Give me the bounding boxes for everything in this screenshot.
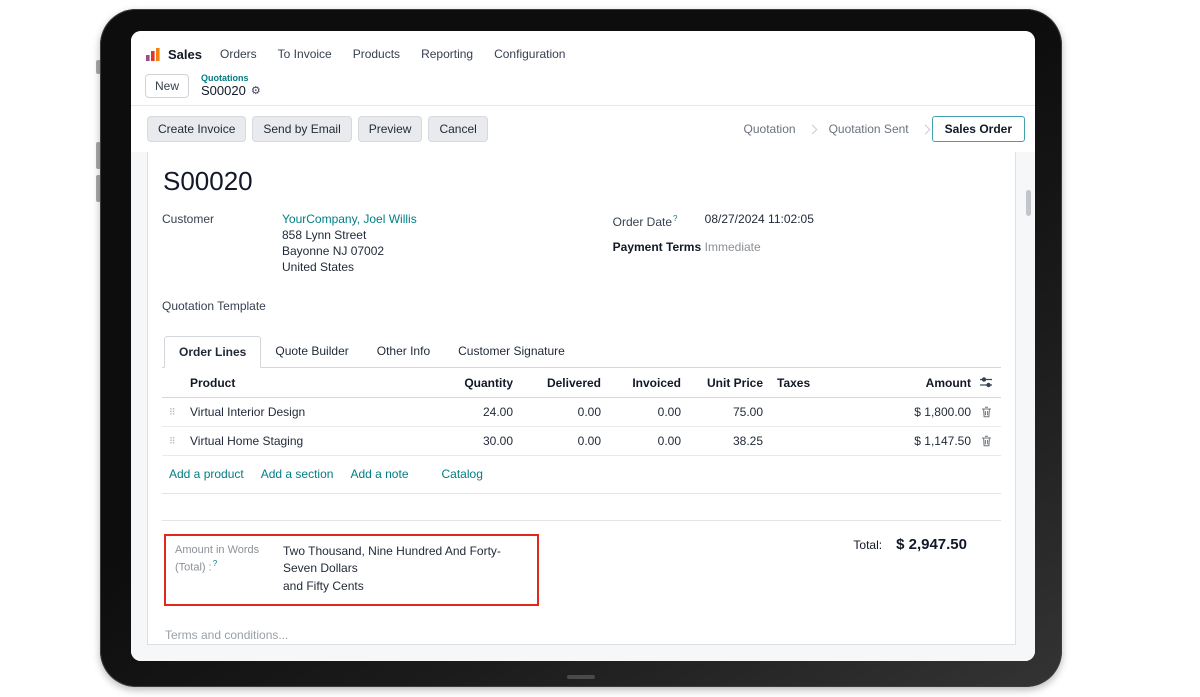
unit-price-cell[interactable]: 38.25 — [681, 434, 763, 448]
invoiced-cell[interactable]: 0.00 — [601, 405, 681, 419]
amount-in-words-value: Two Thousand, Nine Hundred And Forty-Sev… — [283, 543, 527, 595]
total-value: $ 2,947.50 — [896, 536, 967, 553]
customer-address-line: United States — [162, 259, 607, 275]
customer-address-line: 858 Lynn Street — [162, 227, 607, 243]
content-area: S00020 Customer YourCompany, Joel Willis… — [131, 152, 1035, 661]
customer-link[interactable]: YourCompany, Joel Willis — [282, 211, 417, 227]
tab-other-info[interactable]: Other Info — [363, 336, 444, 368]
action-row: Create Invoice Send by Email Preview Can… — [131, 106, 1035, 152]
line-add-links: Add a product Add a section Add a note C… — [162, 456, 1001, 494]
nav-item-to-invoice[interactable]: To Invoice — [278, 47, 332, 61]
tablet-frame: Sales Orders To Invoice Products Reporti… — [100, 9, 1062, 687]
optional-columns-icon[interactable] — [971, 377, 1001, 388]
page-title: S00020 — [163, 166, 1001, 197]
table-header-row: Product Quantity Delivered Invoiced Unit… — [162, 368, 1001, 398]
amount-in-words-label: Amount in Words (Total) :? — [175, 543, 271, 595]
help-icon: ? — [673, 214, 677, 223]
breadcrumb-current-record: S00020 — [201, 84, 246, 99]
order-date-value[interactable]: 08/27/2024 11:02:05 — [705, 211, 814, 230]
catalog-button[interactable]: Catalog — [442, 467, 483, 481]
amount-cell: $ 1,800.00 — [821, 405, 971, 419]
nav-item-orders[interactable]: Orders — [220, 47, 257, 61]
status-bar: Quotation Quotation Sent Sales Order — [734, 116, 1025, 142]
order-lines-table: Product Quantity Delivered Invoiced Unit… — [162, 368, 1001, 521]
add-a-section-link[interactable]: Add a section — [261, 467, 334, 481]
app-switcher[interactable]: Sales — [145, 46, 202, 62]
main-navbar: Sales Orders To Invoice Products Reporti… — [131, 31, 1035, 71]
column-header-quantity[interactable]: Quantity — [417, 376, 513, 390]
tab-order-lines[interactable]: Order Lines — [164, 336, 261, 368]
delete-line-button[interactable] — [971, 406, 1001, 418]
payment-terms-value[interactable]: Immediate — [705, 239, 761, 255]
drag-handle-icon[interactable]: ⠿ — [162, 407, 188, 418]
trash-icon — [981, 406, 992, 418]
column-header-amount[interactable]: Amount — [821, 376, 971, 390]
chevron-right-icon — [920, 124, 930, 134]
summary-row: Amount in Words (Total) :? Two Thousand,… — [162, 521, 1001, 606]
delete-line-button[interactable] — [971, 435, 1001, 447]
app-header: Sales Orders To Invoice Products Reporti… — [131, 31, 1035, 106]
form-sheet: S00020 Customer YourCompany, Joel Willis… — [147, 152, 1016, 645]
column-header-product[interactable]: Product — [188, 376, 417, 390]
nav-item-products[interactable]: Products — [353, 47, 400, 61]
sales-app-icon — [145, 46, 161, 62]
empty-line-area — [162, 494, 1001, 521]
status-step-quotation[interactable]: Quotation — [734, 117, 806, 141]
column-header-delivered[interactable]: Delivered — [513, 376, 601, 390]
add-a-note-link[interactable]: Add a note — [350, 467, 408, 481]
tab-quote-builder[interactable]: Quote Builder — [261, 336, 362, 368]
chevron-right-icon — [807, 124, 817, 134]
create-invoice-button[interactable]: Create Invoice — [147, 116, 246, 142]
app-name[interactable]: Sales — [168, 47, 202, 62]
notebook-tabs: Order Lines Quote Builder Other Info Cus… — [162, 335, 1001, 368]
tab-customer-signature[interactable]: Customer Signature — [444, 336, 579, 368]
add-a-product-link[interactable]: Add a product — [169, 467, 244, 481]
column-header-invoiced[interactable]: Invoiced — [601, 376, 681, 390]
device-screen: Sales Orders To Invoice Products Reporti… — [131, 31, 1035, 661]
product-cell[interactable]: Virtual Interior Design — [188, 405, 417, 419]
scrollbar-thumb[interactable] — [1026, 190, 1031, 216]
help-icon: ? — [213, 559, 217, 568]
record-action-buttons: Create Invoice Send by Email Preview Can… — [147, 116, 488, 142]
column-header-unit-price[interactable]: Unit Price — [681, 376, 763, 390]
payment-terms-label: Payment Terms — [613, 239, 705, 255]
delivered-cell[interactable]: 0.00 — [513, 434, 601, 448]
order-total: Total: $ 2,947.50 — [853, 534, 1001, 553]
order-date-label: Order Date? — [613, 211, 705, 230]
breadcrumb-stack: Quotations S00020 ⚙ — [201, 73, 261, 98]
product-cell[interactable]: Virtual Home Staging — [188, 434, 417, 448]
quotation-template-label: Quotation Template — [162, 299, 607, 313]
quantity-cell[interactable]: 30.00 — [417, 434, 513, 448]
status-step-sales-order[interactable]: Sales Order — [932, 116, 1025, 142]
breadcrumb: New Quotations S00020 ⚙ — [131, 71, 1035, 105]
trash-icon — [981, 435, 992, 447]
new-button[interactable]: New — [145, 74, 189, 98]
amount-in-words-highlight-box: Amount in Words (Total) :? Two Thousand,… — [164, 534, 539, 606]
nav-item-configuration[interactable]: Configuration — [494, 47, 565, 61]
table-row[interactable]: ⠿ Virtual Home Staging 30.00 0.00 0.00 3… — [162, 427, 1001, 456]
unit-price-cell[interactable]: 75.00 — [681, 405, 763, 419]
cancel-button[interactable]: Cancel — [428, 116, 487, 142]
settings-gear-icon[interactable]: ⚙ — [251, 85, 261, 98]
customer-address-line: Bayonne NJ 07002 — [162, 243, 607, 259]
send-by-email-button[interactable]: Send by Email — [252, 116, 351, 142]
column-header-taxes[interactable]: Taxes — [763, 376, 821, 390]
nav-item-reporting[interactable]: Reporting — [421, 47, 473, 61]
table-row[interactable]: ⠿ Virtual Interior Design 24.00 0.00 0.0… — [162, 398, 1001, 427]
form-fields: Customer YourCompany, Joel Willis 858 Ly… — [162, 211, 1001, 313]
home-indicator — [567, 675, 595, 679]
status-step-quotation-sent[interactable]: Quotation Sent — [819, 117, 919, 141]
invoiced-cell[interactable]: 0.00 — [601, 434, 681, 448]
preview-button[interactable]: Preview — [358, 116, 423, 142]
delivered-cell[interactable]: 0.00 — [513, 405, 601, 419]
customer-label: Customer — [162, 211, 282, 227]
drag-handle-icon[interactable]: ⠿ — [162, 436, 188, 447]
quantity-cell[interactable]: 24.00 — [417, 405, 513, 419]
total-label: Total: — [853, 538, 882, 552]
terms-and-conditions-field[interactable]: Terms and conditions... — [162, 628, 1001, 642]
amount-cell: $ 1,147.50 — [821, 434, 971, 448]
